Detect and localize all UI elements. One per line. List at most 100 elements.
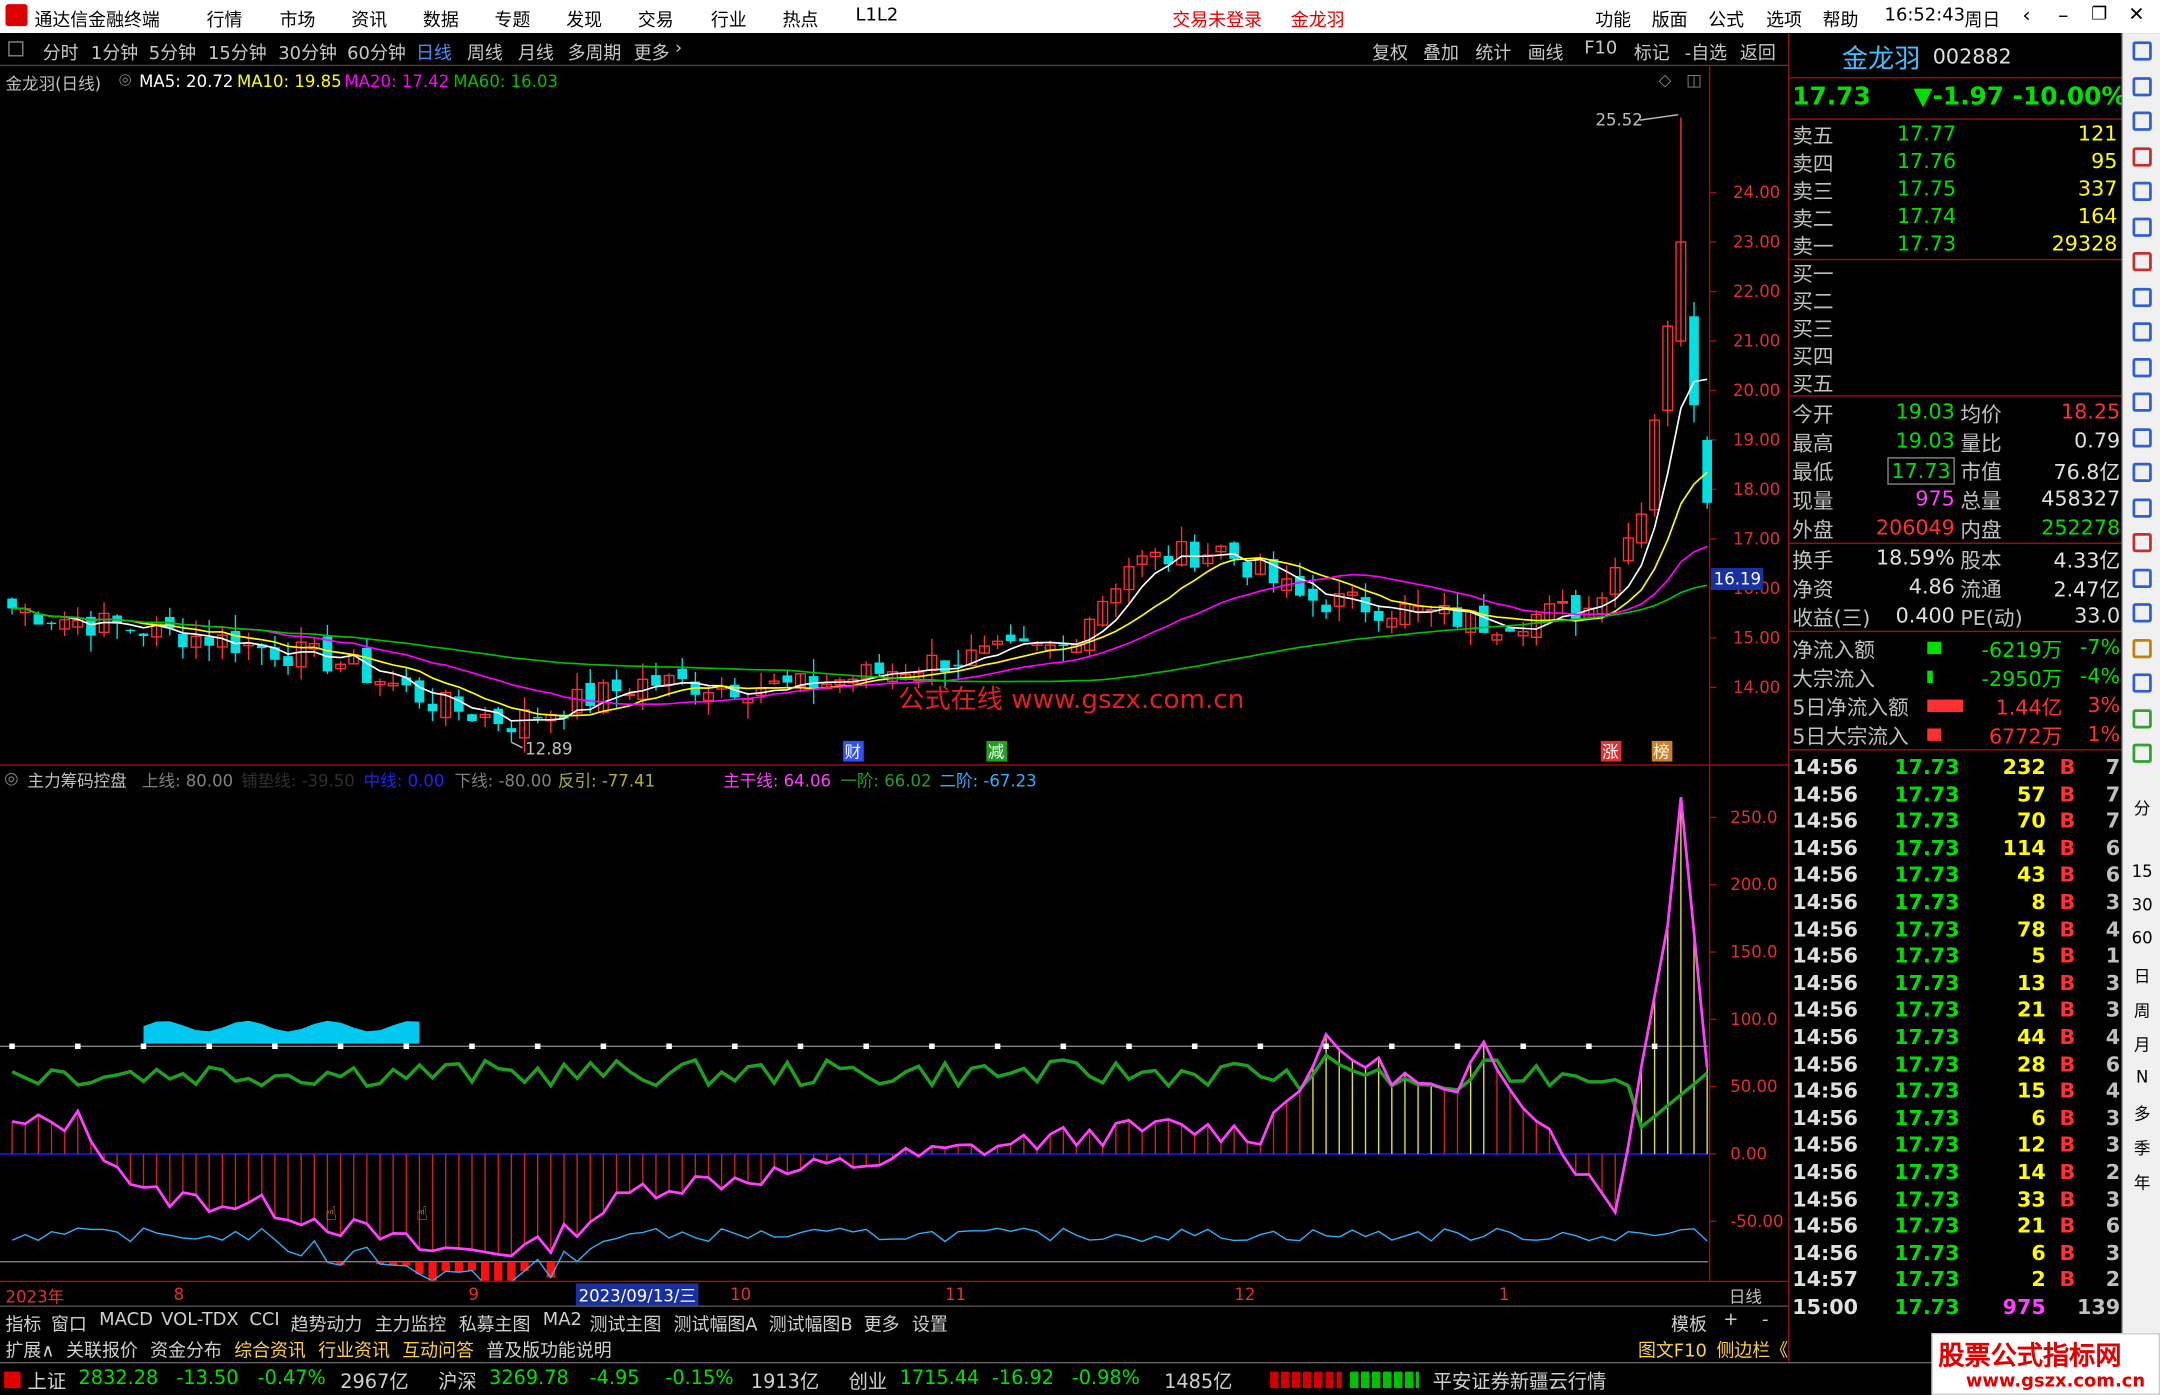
tab-test-main[interactable]: 测试主图	[590, 1310, 662, 1336]
toolbar-btn[interactable]: 返回	[1740, 39, 1776, 65]
ask-row[interactable]: 卖三 17.75 337	[1790, 176, 2123, 204]
tool-icon[interactable]	[2132, 181, 2152, 202]
menu-topics[interactable]: 专题	[495, 6, 531, 32]
tool-icon[interactable]	[2132, 146, 2152, 166]
menu-news[interactable]: 资讯	[351, 6, 387, 32]
toolbar-btn[interactable]: F10	[1584, 39, 1617, 60]
menu-options[interactable]: 选项	[1766, 6, 1802, 32]
toolbar-btn[interactable]: 标记	[1634, 39, 1670, 65]
tab-settings[interactable]: 设置	[912, 1310, 948, 1336]
tool-icon[interactable]	[2132, 532, 2152, 553]
tool-icon[interactable]	[2132, 568, 2152, 588]
period-tab[interactable]: 月线	[518, 39, 554, 65]
menu-industry[interactable]: 行业	[711, 6, 747, 32]
minimize-icon[interactable]: –	[2058, 3, 2068, 28]
menu-trade[interactable]: 交易	[638, 6, 674, 32]
ext-tab[interactable]: 互动问答	[402, 1336, 474, 1362]
ask-row[interactable]: 卖二 17.74 164	[1790, 204, 2123, 232]
period-tab[interactable]: 5分钟	[149, 39, 196, 65]
menu-formula[interactable]: 公式	[1708, 6, 1744, 32]
menu-help[interactable]: 帮助	[1823, 6, 1859, 32]
ext-tab[interactable]: 综合资讯	[234, 1336, 306, 1362]
sidebar-year[interactable]: 年	[2123, 1171, 2160, 1194]
period-tab[interactable]: 30分钟	[278, 39, 337, 65]
bid-row[interactable]: 买二	[1790, 286, 2123, 314]
menu-layout[interactable]: 版面	[1652, 6, 1688, 32]
toolbar-btn[interactable]: 画线	[1528, 39, 1564, 65]
chevron-right-icon[interactable]: ›	[675, 39, 682, 60]
tab-private[interactable]: 私募主图	[459, 1310, 531, 1336]
period-more[interactable]: 更多	[634, 39, 670, 65]
period-tab[interactable]: 分时	[43, 39, 79, 65]
tool-icon[interactable]	[2132, 76, 2152, 96]
bid-row[interactable]: 买一	[1790, 259, 2123, 287]
tab-vol[interactable]: VOL-TDX	[161, 1310, 239, 1331]
tool-icon[interactable]	[2132, 497, 2152, 518]
sidebar-multi[interactable]: 多	[2123, 1102, 2160, 1125]
ext-tab[interactable]: 行业资讯	[318, 1336, 390, 1362]
sidebar-60min[interactable]: 60	[2123, 928, 2160, 947]
tab-macd[interactable]: MACD	[99, 1310, 153, 1331]
ext-tab[interactable]: 普及版功能说明	[486, 1336, 611, 1362]
f10-button[interactable]: 图文F10	[1638, 1336, 1707, 1362]
sidebar-month[interactable]: 月	[2123, 1033, 2160, 1056]
sidebar-30min[interactable]: 30	[2123, 895, 2160, 914]
trade-login-warning[interactable]: 交易未登录	[1172, 6, 1262, 32]
toolbar-btn[interactable]: 复权	[1372, 39, 1408, 65]
tab-indicator[interactable]: 指标	[6, 1310, 42, 1336]
tool-icon[interactable]	[2132, 462, 2152, 482]
tool-icon[interactable]	[2132, 603, 2152, 623]
bid-row[interactable]: 买三	[1790, 314, 2123, 342]
tab-more[interactable]: 更多	[864, 1310, 900, 1336]
period-tab[interactable]: 15分钟	[208, 39, 267, 65]
add-panel-button[interactable]: +	[1723, 1310, 1738, 1331]
period-tab[interactable]: 周线	[467, 39, 503, 65]
period-tab-active[interactable]: 日线	[416, 39, 452, 65]
toolbar-btn[interactable]: 统计	[1475, 39, 1511, 65]
bid-row[interactable]: 买五	[1790, 369, 2123, 397]
kline-canvas[interactable]: 24.00 23.00 22.00 21.00 20.00 19.00 18.00 17.00…	[0, 66, 1788, 766]
tool-icon[interactable]	[2132, 638, 2152, 658]
menu-data[interactable]: 数据	[423, 6, 459, 32]
tool-icon[interactable]	[2132, 216, 2152, 237]
bid-row[interactable]: 买四	[1790, 342, 2123, 369]
ext-tab[interactable]: 扩展∧	[6, 1336, 55, 1362]
template-button[interactable]: 模板	[1671, 1310, 1707, 1336]
sidebar-toggle[interactable]: 侧边栏《	[1716, 1336, 1788, 1362]
remove-panel-button[interactable]: -	[1762, 1310, 1768, 1331]
period-tab[interactable]: 1分钟	[91, 39, 138, 65]
tab-trend[interactable]: 趋势动力	[291, 1310, 363, 1336]
restore-icon[interactable]: ❐	[2091, 4, 2107, 25]
tool-icon[interactable]	[2132, 252, 2152, 272]
tab-test-b[interactable]: 测试幅图B	[769, 1310, 853, 1336]
tool-icon[interactable]	[2132, 673, 2152, 693]
tool-icon[interactable]	[2132, 111, 2152, 131]
sidebar-n[interactable]: N	[2123, 1067, 2160, 1086]
menu-l1l2[interactable]: L1L2	[855, 6, 898, 27]
tool-icon[interactable]	[2132, 322, 2152, 342]
tab-test-a[interactable]: 测试幅图A	[674, 1310, 758, 1336]
menu-market[interactable]: 市场	[280, 6, 316, 32]
tab-window[interactable]: 窗口	[51, 1310, 87, 1336]
tab-monitor[interactable]: 主力监控	[375, 1310, 447, 1336]
period-tab[interactable]: 60分钟	[347, 39, 406, 65]
tool-icon[interactable]	[2132, 708, 2152, 728]
tool-icon[interactable]	[2132, 287, 2152, 307]
toolbar-btn[interactable]: -自选	[1685, 39, 1727, 65]
sidebar-minute[interactable]: 分	[2123, 796, 2160, 819]
sidebar-15min[interactable]: 15	[2123, 862, 2160, 881]
tool-icon[interactable]	[2132, 743, 2152, 763]
cy-label[interactable]: 创业	[849, 1367, 888, 1395]
back-icon[interactable]: ‹	[2022, 3, 2030, 28]
ask-row[interactable]: 卖一 17.73 29328	[1790, 231, 2123, 259]
indicator-canvas[interactable]: 250.0 200.0 150.0 100.0 50.00 0.00 -50.00 ☝ ☝	[0, 765, 1788, 1281]
tool-icon[interactable]	[2132, 392, 2152, 412]
toolbar-btn[interactable]: 叠加	[1423, 39, 1459, 65]
tab-ma2[interactable]: MA2	[543, 1310, 582, 1331]
kline-panel[interactable]: 金龙羽(日线) ◎ MA5: 20.72 MA10: 19.85 MA20: 1…	[0, 66, 1789, 766]
tool-icon[interactable]	[2132, 357, 2152, 377]
sidebar-season[interactable]: 季	[2123, 1136, 2160, 1159]
menu-hot[interactable]: 热点	[782, 6, 818, 32]
tool-icon[interactable]	[2132, 427, 2152, 447]
ext-tab[interactable]: 关联报价	[66, 1336, 138, 1362]
